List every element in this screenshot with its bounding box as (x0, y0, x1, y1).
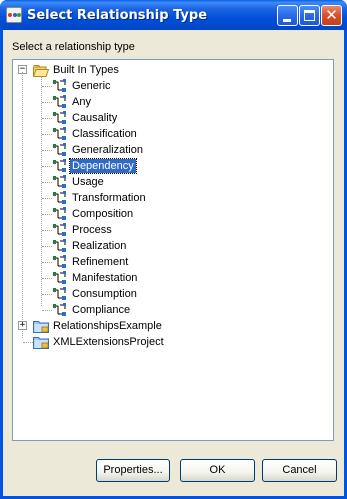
tree-node-label: Any (72, 96, 91, 108)
tree-node-label: Dependency (69, 158, 137, 174)
tree-node-relationship-type[interactable]: Generic (13, 78, 333, 94)
relationship-type-icon (53, 191, 66, 204)
tree-node-relationships-example[interactable]: + RelationshipsExample (13, 318, 333, 334)
tree-node-relationship-type[interactable]: Compliance (13, 302, 333, 318)
tree-node-relationship-type[interactable]: Realization (13, 238, 333, 254)
tree-node-label: Refinement (72, 256, 129, 268)
tree-node-label: Compliance (72, 304, 131, 316)
relationship-type-icon (53, 207, 66, 220)
properties-button[interactable]: Properties... (96, 459, 170, 482)
window-title: Select Relationship Type (27, 8, 208, 23)
tree-node-relationship-type[interactable]: Any (13, 94, 333, 110)
tree-node-label: XMLExtensionsProject (53, 336, 164, 348)
tree-node-label: Usage (72, 176, 104, 188)
relationship-type-icon (53, 95, 66, 108)
tree-node-relationship-type[interactable]: Composition (13, 206, 333, 222)
minimize-button[interactable] (277, 5, 298, 26)
tree-node-xml-extensions-project[interactable]: XMLExtensionsProject (13, 334, 333, 350)
relationship-type-icon (53, 79, 66, 92)
prompt-label: Select a relationship type (12, 41, 135, 53)
tree-node-relationship-type[interactable]: Process (13, 222, 333, 238)
relationship-type-icon (53, 223, 66, 236)
tree-node-label: Composition (72, 208, 134, 220)
tree-node-label: Transformation (72, 192, 146, 204)
tree-node-label: Built In Types (53, 64, 119, 76)
dialog-window: Select Relationship Type ✕ Select a rela… (0, 0, 347, 499)
close-button[interactable]: ✕ (321, 5, 342, 26)
minimize-icon (283, 19, 291, 22)
tree-node-relationship-type[interactable]: Usage (13, 174, 333, 190)
tree-node-relationship-type[interactable]: Manifestation (13, 270, 333, 286)
tree-node-relationship-type[interactable]: Generalization (13, 142, 333, 158)
relationship-type-icon (53, 303, 66, 316)
tree-node-relationship-type[interactable]: Dependency (13, 158, 333, 174)
tree-node-label: RelationshipsExample (53, 320, 162, 332)
tree-node-relationship-type[interactable]: Consumption (13, 286, 333, 302)
cancel-button[interactable]: Cancel (262, 459, 337, 482)
maximize-icon (304, 10, 315, 21)
dialog-body: Select a relationship type − Built In Ty… (3, 30, 344, 496)
tree-connector (22, 72, 23, 338)
ok-button[interactable]: OK (180, 459, 255, 482)
maximize-button[interactable] (299, 5, 320, 26)
tree-node-label: Generalization (72, 144, 143, 156)
tree-node-built-in-types[interactable]: − Built In Types (13, 62, 333, 78)
relationship-type-icon (53, 111, 66, 124)
relationship-type-icon (53, 127, 66, 140)
app-icon[interactable] (6, 7, 22, 23)
tree-node-label: Generic (72, 80, 111, 92)
relationship-type-icon (53, 255, 66, 268)
relationship-type-icon (53, 271, 66, 284)
relationship-type-icon (53, 239, 66, 252)
tree-node-relationship-type[interactable]: Classification (13, 126, 333, 142)
relationship-type-tree[interactable]: − Built In Types Generic Any Causality Clas… (12, 59, 334, 441)
title-bar[interactable]: Select Relationship Type ✕ (0, 0, 347, 30)
tree-node-label: Consumption (72, 288, 137, 300)
relationship-type-icon (53, 159, 66, 172)
tree-node-relationship-type[interactable]: Refinement (13, 254, 333, 270)
tree-node-label: Realization (72, 240, 127, 252)
close-icon: ✕ (325, 6, 338, 24)
tree-node-relationship-type[interactable]: Causality (13, 110, 333, 126)
relationship-type-icon (53, 175, 66, 188)
tree-node-label: Classification (72, 128, 137, 140)
tree-node-label: Causality (72, 112, 118, 124)
relationship-type-icon (53, 143, 66, 156)
relationship-type-icon (53, 287, 66, 300)
project-folder-icon (33, 337, 49, 349)
expand-toggle[interactable]: + (18, 321, 27, 330)
tree-node-label: Manifestation (72, 272, 138, 284)
tree-node-relationship-type[interactable]: Transformation (13, 190, 333, 206)
project-folder-icon (33, 321, 49, 333)
tree-node-label: Process (72, 224, 112, 236)
